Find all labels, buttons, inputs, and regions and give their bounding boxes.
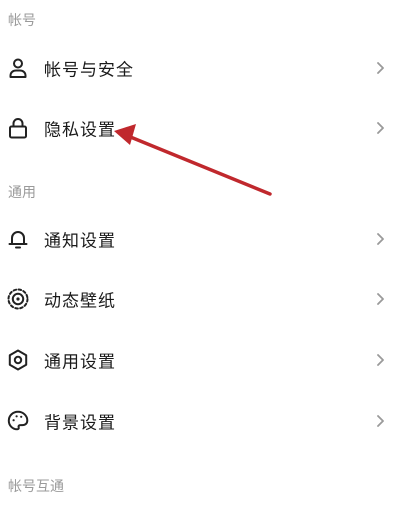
settings-item-notifications[interactable]: 通知设置 — [0, 209, 400, 269]
chevron-right-icon — [377, 415, 384, 427]
chevron-right-icon — [377, 354, 384, 366]
section-header-account-interop: 帐号互通 — [8, 479, 64, 495]
settings-item-dynamic-wallpaper[interactable]: 动态壁纸 — [0, 269, 400, 329]
settings-item-label: 帐号与安全 — [44, 60, 134, 81]
settings-item-background[interactable]: 背景设置 — [0, 391, 400, 451]
chevron-right-icon — [377, 122, 384, 134]
person-icon — [5, 55, 31, 81]
settings-item-label: 通知设置 — [44, 231, 116, 252]
chevron-right-icon — [377, 62, 384, 74]
dynamic-wallpaper-icon — [5, 286, 31, 312]
settings-item-label: 背景设置 — [44, 413, 116, 434]
palette-icon — [5, 408, 31, 434]
settings-item-label: 动态壁纸 — [44, 291, 116, 312]
settings-item-privacy[interactable]: 隐私设置 — [0, 98, 400, 158]
section-header-general: 通用 — [8, 185, 36, 201]
bell-icon — [5, 226, 31, 252]
chevron-right-icon — [377, 233, 384, 245]
lock-icon — [5, 115, 31, 141]
chevron-right-icon — [377, 293, 384, 305]
settings-item-label: 隐私设置 — [44, 120, 116, 141]
settings-item-label: 通用设置 — [44, 352, 116, 373]
section-header-account: 帐号 — [8, 13, 36, 29]
gear-icon — [5, 347, 31, 373]
settings-item-account-security[interactable]: 帐号与安全 — [0, 38, 400, 98]
settings-item-general-settings[interactable]: 通用设置 — [0, 330, 400, 390]
